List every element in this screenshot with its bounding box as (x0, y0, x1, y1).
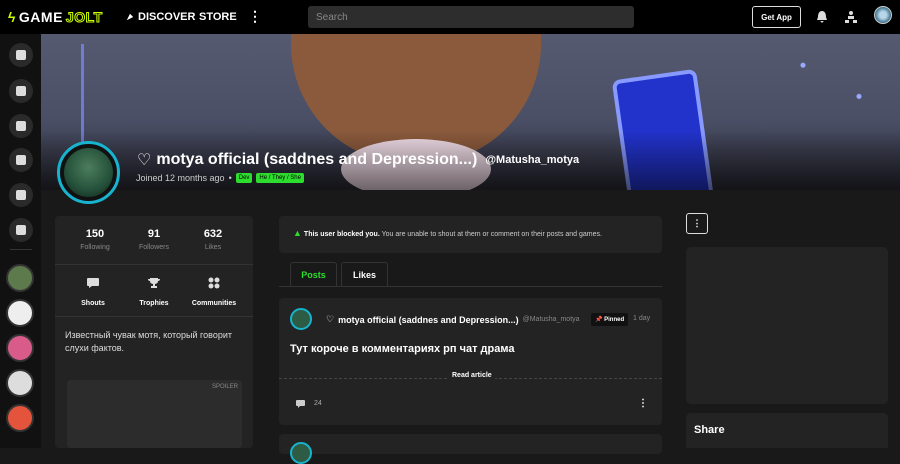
profile-avatar-image (64, 148, 113, 197)
communities-button[interactable]: Communities (184, 276, 244, 307)
profile-name: motya official (saddnes and Depression..… (156, 151, 478, 168)
bell-icon[interactable] (816, 10, 828, 24)
stat-label: Likes (204, 244, 222, 251)
share-panel: Share (686, 413, 888, 448)
sidebar-community-avatar[interactable] (6, 369, 34, 397)
sidebar (0, 34, 41, 448)
sidebar-quests-icon[interactable] (9, 148, 33, 172)
action-label: Trophies (139, 300, 169, 307)
profile-meta: Joined 12 months ago • Dev He / They / S… (136, 173, 304, 183)
gamejolt-logo[interactable]: ϟ GAME JOLT (8, 9, 103, 26)
ad-placeholder (686, 247, 888, 404)
profile-avatar[interactable] (57, 141, 120, 204)
sidebar-community-avatar[interactable] (6, 404, 34, 432)
spoiler-label: SPOILER (211, 384, 238, 390)
logo-jolt-text: JOLT (65, 9, 103, 26)
pinned-badge: 📌 Pinned (591, 313, 629, 326)
search-input[interactable] (308, 6, 634, 28)
profile-handle[interactable]: @Matusha_motya (485, 154, 579, 166)
action-label: Communities (191, 300, 237, 307)
get-app-button[interactable]: Get App (752, 6, 801, 28)
dev-badge: Dev (235, 173, 253, 183)
pronouns-badge: He / They / She (256, 173, 304, 183)
heart-icon: ♡ (326, 314, 335, 324)
sidebar-library-icon[interactable] (9, 183, 33, 207)
action-label: Shouts (81, 300, 105, 307)
sidebar-community-avatar[interactable] (6, 299, 34, 327)
profile-name-row: ♡ motya official (saddnes and Depression… (137, 150, 579, 170)
comment-count: 24 (314, 400, 322, 407)
blocked-text: You are unable to shout at them or comme… (379, 231, 602, 238)
profile-tabs: Posts Likes (290, 262, 388, 286)
warning-icon: ▲ (293, 228, 302, 238)
tab-posts[interactable]: Posts (290, 262, 337, 286)
nav-store[interactable]: STORE (199, 11, 237, 23)
divider (55, 264, 253, 265)
post-author-avatar[interactable] (290, 308, 312, 330)
comment-icon[interactable] (296, 400, 305, 408)
nav-discover-label: DISCOVER (138, 11, 196, 23)
compass-icon (126, 13, 134, 21)
post-card[interactable] (279, 434, 662, 464)
friends-icon[interactable] (844, 10, 858, 24)
tabs-underline (279, 286, 662, 287)
stat-followers[interactable]: 91 Followers (124, 228, 184, 251)
joined-date: Joined 12 months ago (136, 173, 225, 183)
profile-info-card: 150 Following 91 Followers 632 Likes Sho… (55, 216, 253, 448)
sidebar-store-icon[interactable] (9, 79, 33, 103)
sidebar-divider (10, 249, 32, 250)
tab-likes[interactable]: Likes (341, 262, 388, 286)
post-author-name[interactable]: motya official (saddnes and Depression..… (338, 315, 519, 325)
top-bar: ϟ GAME JOLT DISCOVER STORE ⋮ Get App (0, 0, 900, 34)
post-card[interactable]: ♡ motya official (saddnes and Depression… (279, 298, 662, 425)
stat-value: 632 (203, 228, 223, 240)
stat-label: Following (80, 244, 110, 251)
nav-discover[interactable]: DISCOVER (126, 11, 195, 23)
sidebar-backpack-icon[interactable] (9, 114, 33, 138)
profile-more-button[interactable]: ⋮ (686, 213, 708, 234)
post-more-icon[interactable]: ⋮ (638, 398, 648, 409)
shouts-button[interactable]: Shouts (63, 276, 123, 307)
communities-icon (208, 277, 220, 289)
stat-value: 150 (85, 228, 105, 240)
separator-dot: • (228, 173, 232, 183)
broken-heart-icon: ♡ (137, 152, 152, 169)
bolt-icon: ϟ (8, 9, 16, 25)
post-author-avatar[interactable] (290, 442, 312, 464)
stat-value: 91 (147, 228, 161, 240)
stat-label: Followers (139, 244, 169, 251)
spoiler-block[interactable]: SPOILER (67, 380, 242, 448)
trophies-button[interactable]: Trophies (124, 276, 184, 307)
sidebar-activity-icon[interactable] (9, 43, 33, 67)
profile-bio: Известный чувак мотя, который говорит сл… (65, 330, 232, 353)
read-article-button[interactable]: Read article (449, 372, 495, 379)
blocked-title: This user blocked you. (303, 231, 380, 238)
more-menu-icon[interactable]: ⋮ (248, 8, 262, 25)
sidebar-collection-icon[interactable] (9, 218, 33, 242)
stat-following[interactable]: 150 Following (65, 228, 125, 251)
shouts-icon (87, 278, 99, 288)
share-heading: Share (694, 424, 725, 436)
post-header: ♡ motya official (saddnes and Depression… (326, 314, 580, 325)
sidebar-community-avatar[interactable] (6, 334, 34, 362)
post-title[interactable]: Тут короче в комментариях рп чат драма (290, 343, 514, 355)
post-date: 1 day (633, 315, 651, 322)
divider (55, 316, 253, 317)
logo-game-text: GAME (18, 9, 63, 25)
stat-likes[interactable]: 632 Likes (183, 228, 243, 251)
blocked-notice: ▲ This user blocked you. You are unable t… (279, 216, 662, 253)
sidebar-community-avatar[interactable] (6, 264, 34, 292)
user-avatar[interactable] (874, 6, 892, 24)
pinned-label: Pinned (604, 317, 625, 323)
post-author-handle[interactable]: @Matusha_motya (523, 316, 580, 323)
trophy-icon (148, 278, 160, 288)
